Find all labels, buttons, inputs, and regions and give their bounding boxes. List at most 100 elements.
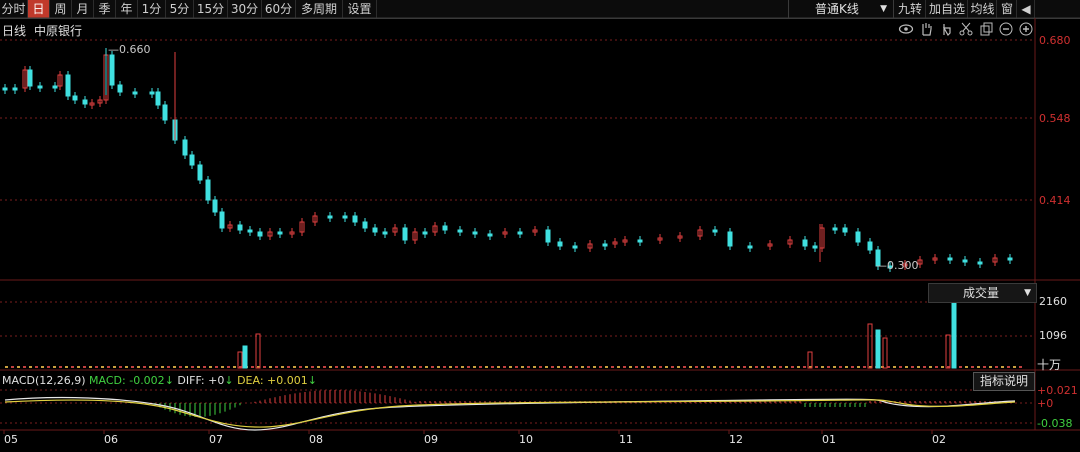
volume-bar [503, 366, 506, 368]
volume-bar [653, 366, 656, 368]
volume-bar [719, 366, 722, 368]
volume-bar [47, 366, 50, 368]
low-price-marker: —0.300 [876, 259, 919, 272]
macd-name: MACD(12,26,9) [2, 374, 86, 387]
high-price-marker: —0.660 [108, 43, 151, 56]
volume-bar [605, 366, 608, 368]
volume-bar [185, 366, 188, 368]
volume-bar [371, 366, 374, 368]
volume-bar [527, 366, 530, 368]
volume-bar [443, 366, 446, 368]
candle-body [197, 164, 203, 181]
candle-body [802, 239, 808, 247]
candle-body [842, 227, 848, 233]
volume-bar [641, 366, 644, 368]
macd-axis-label: +0 [1037, 397, 1054, 410]
candle-body [219, 211, 225, 229]
volume-bar [119, 366, 122, 368]
volume-bar [323, 366, 326, 368]
date-axis-label: 05 [4, 433, 18, 446]
volume-bar [65, 366, 68, 368]
volume-bar [785, 366, 788, 368]
volume-bar [35, 366, 38, 368]
volume-bar [791, 366, 794, 368]
volume-bar [731, 366, 734, 368]
candle-body [342, 215, 348, 219]
indicator-explain-button[interactable]: 指标说明 [973, 372, 1035, 391]
volume-bar [515, 366, 518, 368]
volume-bar [479, 366, 482, 368]
candle-body [962, 259, 968, 263]
candle-body [2, 87, 8, 91]
volume-bar [827, 366, 830, 368]
volume-bar [803, 366, 806, 368]
candle-body [65, 74, 71, 97]
volume-bar [977, 366, 980, 368]
volume-bar [713, 366, 716, 368]
candle-body [205, 179, 211, 201]
volume-bar [101, 366, 104, 368]
volume-bar [1019, 366, 1022, 368]
volume-bar [203, 366, 206, 368]
volume-bar [161, 366, 164, 368]
volume-bar [215, 366, 218, 368]
volume-bar [125, 366, 128, 368]
candle-body [602, 243, 608, 247]
volume-bar [995, 366, 998, 368]
volume-bar [863, 366, 866, 368]
volume-bar [833, 366, 836, 368]
diff-value: DIFF: +0 [177, 374, 225, 387]
volume-bar [575, 366, 578, 368]
volume-bar [29, 366, 32, 368]
volume-bar [587, 366, 590, 368]
candle-body [27, 69, 33, 87]
volume-bar [485, 366, 488, 368]
volume-bar [287, 366, 290, 368]
volume-bar [569, 366, 572, 368]
volume-bar [797, 366, 800, 368]
volume-axis-label: 2160 [1039, 295, 1067, 308]
date-axis-label: 10 [519, 433, 533, 446]
volume-bar [431, 366, 434, 368]
candle-body [727, 231, 733, 247]
candle-body [1007, 257, 1013, 261]
candle-body [362, 221, 368, 229]
volume-bar [305, 366, 308, 368]
candle-body [52, 85, 58, 89]
volume-unit-label: 十万 [1037, 358, 1062, 372]
volume-bar [71, 366, 74, 368]
volume-bar [845, 366, 848, 368]
candle-body [947, 257, 953, 261]
volume-bar [59, 366, 62, 368]
volume-bar [779, 366, 782, 368]
volume-bar [677, 366, 680, 368]
volume-bar [209, 366, 212, 368]
volume-bar [971, 366, 974, 368]
candle-body [182, 139, 188, 156]
price-axis-label: 0.414 [1039, 194, 1071, 207]
volume-bar [113, 366, 116, 368]
candle-body [637, 239, 643, 243]
candle-body [382, 231, 388, 235]
volume-bar [647, 366, 650, 368]
volume-bar [821, 366, 824, 368]
volume-indicator-select[interactable]: 成交量 ▼ [928, 283, 1037, 303]
volume-bar [143, 366, 146, 368]
volume-bar [263, 366, 266, 368]
candle-body [132, 91, 138, 95]
volume-bar [617, 366, 620, 368]
volume-bar [899, 366, 902, 368]
date-axis-label: 12 [729, 433, 743, 446]
volume-bar [131, 366, 134, 368]
volume-bar [401, 366, 404, 368]
volume-bar [461, 366, 464, 368]
volume-bar [137, 366, 140, 368]
volume-bar [269, 366, 272, 368]
volume-bar [557, 366, 560, 368]
volume-bar [335, 366, 338, 368]
volume-bar [5, 366, 8, 368]
volume-bar [329, 366, 332, 368]
candle-body [747, 245, 753, 249]
volume-bar [545, 366, 548, 368]
volume-bar [1001, 366, 1004, 368]
